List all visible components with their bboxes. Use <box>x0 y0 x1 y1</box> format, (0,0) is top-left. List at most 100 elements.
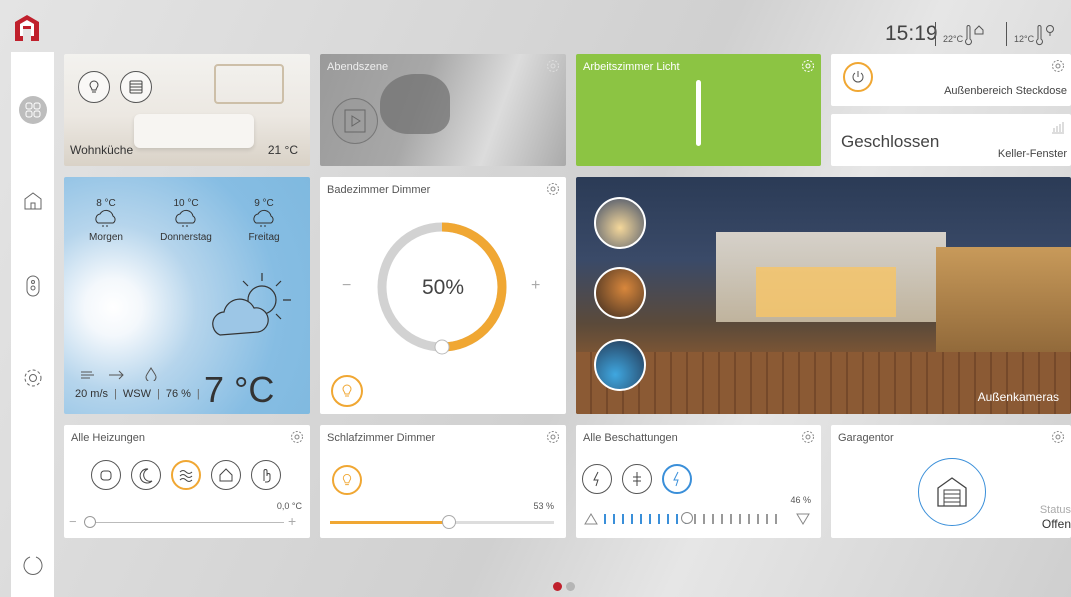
shading-slider-handle[interactable] <box>680 512 693 524</box>
deck-photo <box>576 352 1071 414</box>
play-scene-button[interactable] <box>332 98 378 144</box>
settings-icon[interactable] <box>290 430 304 444</box>
decrease-button[interactable]: − <box>342 277 351 295</box>
light-on-indicator[interactable] <box>696 80 701 146</box>
temperature-slider-handle[interactable] <box>84 516 96 528</box>
shading-close-button[interactable] <box>662 464 692 494</box>
camera-thumbnail-3[interactable] <box>594 339 646 391</box>
manual-mode-button[interactable] <box>251 460 281 490</box>
tile-alle-heizungen[interactable]: Alle Heizungen 0,0 °C − + <box>64 425 310 538</box>
page-dot-active[interactable] <box>553 582 562 591</box>
settings-icon[interactable] <box>546 430 560 444</box>
shading-open-button[interactable] <box>582 464 612 494</box>
bulb-icon <box>342 384 352 397</box>
heating-title: Alle Heizungen <box>71 432 145 444</box>
humidity: 76 % <box>165 388 191 400</box>
tile-weather[interactable]: 8 °C Morgen 10 °C Donnerstag 9 °C Freitag 20 … <box>64 177 310 414</box>
outlet-label: Außenbereich Steckdose <box>944 85 1067 97</box>
tile-alle-beschattungen[interactable]: Alle Beschattungen 46 % <box>576 425 821 538</box>
projector-photo <box>380 74 450 134</box>
settings-icon <box>24 369 41 386</box>
status-label: Status <box>1039 504 1071 516</box>
tile-steckdose[interactable]: Außenbereich Steckdose <box>831 54 1071 106</box>
indoor-temperature: 22°C <box>943 34 964 44</box>
night-mode-button[interactable] <box>131 460 161 490</box>
camera-thumbnail-1[interactable] <box>594 197 646 249</box>
tile-abendszene[interactable]: Abendszene <box>320 54 566 166</box>
room-photo-shelf <box>214 64 284 104</box>
settings-icon[interactable] <box>546 59 560 73</box>
sidebar-item-home[interactable] <box>17 185 48 216</box>
shading-value: 46 % <box>790 495 811 505</box>
tile-aussenkameras[interactable]: Außenkameras <box>576 177 1071 414</box>
sidebar-item-refresh[interactable] <box>17 549 48 580</box>
home-logo-icon <box>15 15 39 41</box>
top-bar: 15:19 22°C 12°C <box>0 0 1071 52</box>
settings-icon[interactable] <box>1051 59 1065 73</box>
sidebar-item-settings[interactable] <box>17 362 48 393</box>
clock: 15:19 <box>885 22 938 45</box>
comfort-mode-button[interactable] <box>91 460 121 490</box>
chart-icon[interactable] <box>1051 120 1065 134</box>
rain-cloud-icon <box>253 209 274 227</box>
forecast-temp: 10 °C <box>173 198 199 209</box>
light-toggle-button[interactable] <box>331 375 363 407</box>
shutter-button[interactable] <box>120 71 152 103</box>
light-button[interactable] <box>78 71 110 103</box>
window-label: Keller-Fenster <box>997 148 1067 160</box>
settings-icon[interactable] <box>1051 430 1065 444</box>
tile-wohnkueche[interactable]: Wohnküche 21 °C <box>64 54 310 166</box>
garage-toggle-button[interactable] <box>918 458 986 526</box>
page-dot[interactable] <box>566 582 575 591</box>
tile-schlafzimmer-dimmer[interactable]: Schlafzimmer Dimmer 53 % <box>320 425 566 538</box>
sidebar <box>11 52 54 597</box>
sidebar-item-scenes[interactable] <box>17 94 48 125</box>
forecast-day: 8 °C Morgen <box>71 198 141 243</box>
down-arrow-icon[interactable] <box>796 513 810 525</box>
indoor-thermometer-icon <box>965 25 984 46</box>
tile-badezimmer-dimmer[interactable]: Badezimmer Dimmer 50% − + <box>320 177 566 414</box>
humidity-icon <box>145 367 157 381</box>
heat-wave-icon <box>179 470 193 482</box>
dimmer-slider-track[interactable] <box>330 515 554 529</box>
shading-bar <box>694 514 696 524</box>
bulb-icon <box>89 80 99 93</box>
settings-icon[interactable] <box>546 182 560 196</box>
garage-title: Garagentor <box>838 432 894 444</box>
shading-bar <box>712 514 714 524</box>
away-mode-button[interactable] <box>211 460 241 490</box>
shading-bar <box>766 514 768 524</box>
home-icon <box>24 191 41 209</box>
wind-direction-icon <box>109 370 124 380</box>
light-toggle-button[interactable] <box>332 465 362 495</box>
dimmer-slider-handle[interactable] <box>441 515 456 529</box>
outdoor-temperature: 12°C <box>1014 34 1035 44</box>
light-title: Arbeitszimmer Licht <box>583 61 680 73</box>
hand-icon <box>263 469 271 483</box>
heating-temperature: 0,0 °C <box>276 501 302 511</box>
tile-garagentor[interactable]: Garagentor Status Offen <box>831 425 1071 538</box>
shading-bar <box>730 514 732 524</box>
decrease-button[interactable]: − <box>69 514 77 529</box>
temperature-slider-track[interactable] <box>84 522 284 523</box>
settings-icon[interactable] <box>801 430 815 444</box>
remote-icon <box>26 275 39 296</box>
increase-button[interactable]: + <box>531 277 540 295</box>
tile-keller-fenster[interactable]: Geschlossen Keller-Fenster <box>831 114 1071 166</box>
shading-position-slider[interactable] <box>604 512 784 525</box>
separator <box>1006 22 1007 46</box>
tile-arbeitszimmer-licht[interactable]: Arbeitszimmer Licht <box>576 54 821 166</box>
camera-thumbnail-2[interactable] <box>594 267 646 319</box>
increase-button[interactable]: + <box>288 513 296 529</box>
shading-bar <box>649 514 651 524</box>
power-button[interactable] <box>843 62 873 92</box>
dimmer-title: Badezimmer Dimmer <box>327 184 431 196</box>
shading-stop-button[interactable] <box>622 464 652 494</box>
up-arrow-icon[interactable] <box>584 513 598 525</box>
shading-bar <box>703 514 705 524</box>
sidebar-item-remote[interactable] <box>17 270 48 301</box>
terrace-photo <box>936 247 1071 367</box>
settings-icon[interactable] <box>801 59 815 73</box>
shading-bar <box>658 514 660 524</box>
auto-mode-button[interactable] <box>171 460 201 490</box>
